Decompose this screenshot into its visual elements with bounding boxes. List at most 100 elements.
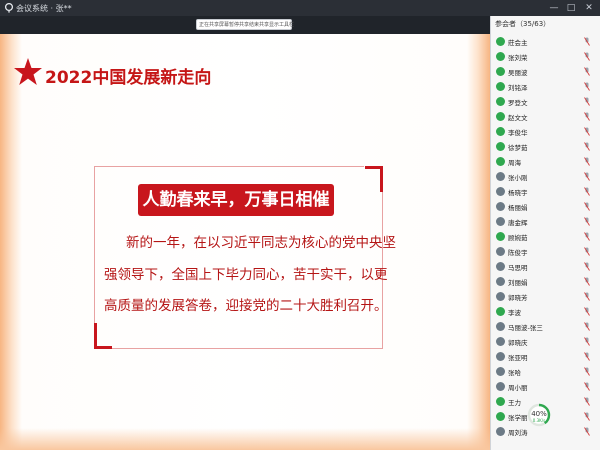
participant-name: 郭晓芳 — [508, 294, 528, 302]
participant-row[interactable]: 周海 — [491, 154, 600, 169]
participant-row[interactable]: 顾婉茹 — [491, 229, 600, 244]
mic-muted-icon[interactable] — [584, 217, 590, 226]
participant-row[interactable]: 刘丽娟 — [491, 274, 600, 289]
avatar-icon — [496, 112, 505, 121]
participant-name: 张小刚 — [508, 174, 528, 182]
participant-name: 周小丽 — [508, 384, 528, 392]
mic-muted-icon[interactable] — [584, 172, 590, 181]
participant-row[interactable]: 马丽波-张三 — [491, 319, 600, 334]
participant-row[interactable]: 李俊华 — [491, 124, 600, 139]
participant-row[interactable]: 李波 — [491, 304, 600, 319]
participant-name: 刘铭泽 — [508, 84, 528, 92]
participant-row[interactable]: 郭晓芳 — [491, 289, 600, 304]
avatar-icon — [496, 427, 505, 436]
mic-muted-icon[interactable] — [584, 232, 590, 241]
mic-muted-icon[interactable] — [584, 142, 590, 151]
participant-row[interactable]: 吴丽波 — [491, 64, 600, 79]
avatar-icon — [496, 127, 505, 136]
mic-muted-icon[interactable] — [584, 412, 590, 421]
mic-muted-icon[interactable] — [584, 187, 590, 196]
mic-muted-icon[interactable] — [584, 202, 590, 211]
minimize-button[interactable]: — — [548, 2, 560, 14]
avatar-icon — [496, 172, 505, 181]
participant-row[interactable]: 杨晓宇 — [491, 184, 600, 199]
participant-name: 徐梦茹 — [508, 144, 528, 152]
mic-muted-icon[interactable] — [584, 97, 590, 106]
participant-name: 杨晓宇 — [508, 189, 528, 197]
participant-name: 王力 — [508, 399, 521, 407]
avatar-icon — [496, 322, 505, 331]
participant-name: 马思明 — [508, 264, 528, 272]
red-star-icon — [14, 58, 42, 85]
mic-muted-icon[interactable] — [584, 82, 590, 91]
meeting-window: 会议系统 · 张** — □ ✕ 正在共享屏幕 暂停共享 结束共享 显示工具栏 … — [0, 0, 600, 450]
mic-muted-icon[interactable] — [584, 247, 590, 256]
avatar-icon — [496, 397, 505, 406]
participant-row[interactable]: 莊会主 — [491, 34, 600, 49]
participant-name: 张哈 — [508, 369, 521, 377]
network-meter-value: 40% — [531, 410, 547, 418]
card-corner-decoration — [365, 166, 383, 192]
participant-row[interactable]: 张刘荣 — [491, 49, 600, 64]
card-corner-decoration — [94, 323, 112, 349]
mic-muted-icon[interactable] — [584, 352, 590, 361]
window-title: 会议系统 · 张** — [16, 4, 72, 13]
slide-title: 2022中国发展新走向 — [45, 68, 212, 88]
participant-row[interactable]: 陈俊宇 — [491, 244, 600, 259]
mic-muted-icon[interactable] — [584, 52, 590, 61]
mic-muted-icon[interactable] — [584, 427, 590, 436]
participant-name: 刘丽娟 — [508, 279, 528, 287]
mic-muted-icon[interactable] — [584, 277, 590, 286]
participant-name: 杨丽娟 — [508, 204, 528, 212]
participant-row[interactable]: 赵文文 — [491, 109, 600, 124]
show-toolbar-button[interactable]: 显示工具栏 — [269, 21, 294, 28]
participant-name: 顾婉茹 — [508, 234, 528, 242]
mic-muted-icon[interactable] — [584, 382, 590, 391]
avatar-icon — [496, 292, 505, 301]
screen-share-toolbar[interactable]: 正在共享屏幕 暂停共享 结束共享 显示工具栏 — [196, 19, 294, 30]
mic-muted-icon[interactable] — [584, 337, 590, 346]
participant-row[interactable]: 张亚明 — [491, 349, 600, 364]
mic-muted-icon[interactable] — [584, 262, 590, 271]
participant-row[interactable]: 周小丽 — [491, 379, 600, 394]
close-button[interactable]: ✕ — [583, 2, 595, 14]
participant-row[interactable]: 张小刚 — [491, 169, 600, 184]
mic-muted-icon[interactable] — [584, 292, 590, 301]
participant-row[interactable]: 张哈 — [491, 364, 600, 379]
mic-muted-icon[interactable] — [584, 67, 590, 76]
avatar-icon — [496, 52, 505, 61]
avatar-icon — [496, 97, 505, 106]
mic-muted-icon[interactable] — [584, 157, 590, 166]
participant-row[interactable]: 唐金辉 — [491, 214, 600, 229]
participant-name: 张亚明 — [508, 354, 528, 362]
stop-share-button[interactable]: 结束共享 — [249, 21, 269, 28]
participant-row[interactable]: 刘铭泽 — [491, 79, 600, 94]
participants-header: 参会者（35/63） — [495, 20, 551, 28]
avatar-icon — [496, 82, 505, 91]
mic-muted-icon[interactable] — [584, 112, 590, 121]
title-bar: 会议系统 · 张** — □ ✕ — [0, 0, 600, 16]
participant-row[interactable]: 罗登文 — [491, 94, 600, 109]
maximize-button[interactable]: □ — [565, 2, 577, 14]
avatar-icon — [496, 277, 505, 286]
avatar-icon — [496, 157, 505, 166]
mic-muted-icon[interactable] — [584, 397, 590, 406]
avatar-icon — [496, 307, 505, 316]
network-meter-speed: 0.3K/s — [532, 418, 546, 423]
participant-row[interactable]: 马思明 — [491, 259, 600, 274]
mic-muted-icon[interactable] — [584, 307, 590, 316]
pause-share-button[interactable]: 暂停共享 — [229, 21, 249, 28]
participant-name: 周海 — [508, 159, 521, 167]
avatar-icon — [496, 142, 505, 151]
mic-muted-icon[interactable] — [584, 367, 590, 376]
participant-name: 赵文文 — [508, 114, 528, 122]
avatar-icon — [496, 337, 505, 346]
mic-muted-icon[interactable] — [584, 322, 590, 331]
avatar-icon — [496, 367, 505, 376]
participant-row[interactable]: 杨丽娟 — [491, 199, 600, 214]
participant-row[interactable]: 郭晓庆 — [491, 334, 600, 349]
participant-name: 张刘荣 — [508, 54, 528, 62]
mic-muted-icon[interactable] — [584, 127, 590, 136]
participant-row[interactable]: 徐梦茹 — [491, 139, 600, 154]
mic-muted-icon[interactable] — [584, 37, 590, 46]
